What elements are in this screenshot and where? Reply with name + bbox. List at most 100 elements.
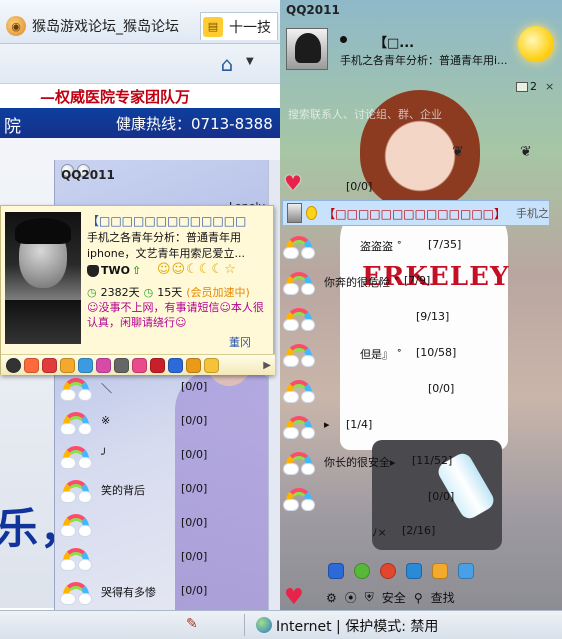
group-row[interactable]: [0/0] xyxy=(280,374,562,410)
group-header[interactable]: ♥ [0/0] xyxy=(280,173,562,198)
qq-title: QQ2011 xyxy=(61,168,115,182)
headphone-icon[interactable] xyxy=(6,357,21,373)
contact-name: 【□□□□□□□□□□□□□□】 xyxy=(323,206,506,221)
group-name: ╯ xyxy=(101,448,108,461)
days-online: 2382天 xyxy=(100,286,140,299)
app-icon[interactable] xyxy=(114,357,129,373)
chevron-right-icon[interactable]: ▶ xyxy=(263,360,271,371)
group-count: [0/0] xyxy=(181,584,208,597)
sun-icon xyxy=(518,26,554,62)
level-label: TWO xyxy=(101,264,130,277)
level-suns-icon: ☺☺☾☾☾☆ xyxy=(157,262,237,277)
group-row[interactable]: 但是』 ˚ [10/58] xyxy=(280,338,562,374)
rss-icon[interactable]: ⦿ xyxy=(345,589,357,606)
group-name: ﾉ× xyxy=(372,526,387,539)
qq-penguin-icon[interactable] xyxy=(328,563,344,579)
level-info: TWO ⇧ xyxy=(87,264,141,277)
group-name: 盗盗盗 ˚ xyxy=(360,240,402,253)
tab-label: 猴岛游戏论坛_猴岛论坛 xyxy=(32,19,179,35)
selected-contact[interactable]: 【□□□□□□□□□□□□□□】 手机之 xyxy=(282,200,550,226)
group-row[interactable]: 哭得有多惨 [0/0] xyxy=(55,576,280,610)
group-count: [0/0] xyxy=(181,380,208,393)
group-row[interactable]: 盗盗盗 ˚ [7/35] xyxy=(280,230,562,266)
app-icon[interactable] xyxy=(204,357,219,373)
mail-icon[interactable] xyxy=(458,563,474,579)
app-icon[interactable] xyxy=(24,357,39,373)
group-count: [11/52] xyxy=(412,454,453,467)
search-input[interactable]: 搜索联系人、讨论组、群、企业 xyxy=(288,106,442,122)
up-arrow-icon: ⇧ xyxy=(132,264,142,277)
card-nickname[interactable]: 【□□□□□□□□□□□□□ xyxy=(87,212,271,229)
app-icon[interactable] xyxy=(168,357,183,373)
group-row[interactable]: ※ [0/0] xyxy=(55,406,280,440)
home-icon[interactable]: ⌂ xyxy=(214,52,240,76)
group-row[interactable]: [0/0] xyxy=(55,508,280,542)
rainbow-icon xyxy=(61,376,91,404)
globe-icon xyxy=(256,617,272,633)
user-signature[interactable]: 手机之各青年分析：普通青年用i... xyxy=(340,52,540,68)
avatar[interactable] xyxy=(286,28,328,70)
card-signature: 手机之各青年分析：普通青年用iphone，文艺青年用索尼爱立... xyxy=(87,231,245,260)
app-icon[interactable] xyxy=(96,357,111,373)
app-icon[interactable] xyxy=(132,357,147,373)
group-row[interactable]: ＼ [0/0] xyxy=(55,372,280,406)
app-icon[interactable] xyxy=(78,357,93,373)
app-icon[interactable] xyxy=(186,357,201,373)
profile-card: 【□□□□□□□□□□□□□ 手机之各青年分析：普通青年用iphone，文艺青年… xyxy=(0,205,275,375)
app-icon[interactable] xyxy=(60,357,75,373)
rainbow-icon xyxy=(61,444,91,472)
banner-text: —权威医院专家团队万 xyxy=(40,88,191,106)
site-banner: —权威医院专家团队万 xyxy=(0,84,280,108)
message-count[interactable]: 2 × xyxy=(516,80,554,93)
group-row[interactable]: ﾉ× [2/16] xyxy=(280,516,562,552)
tab-forum[interactable]: ◉ 猴岛游戏论坛_猴岛论坛 xyxy=(6,12,198,40)
pai-icon[interactable] xyxy=(432,563,448,579)
clock-icon: ◷ xyxy=(87,285,97,299)
zone-status: Internet | 保护模式: 禁用 xyxy=(276,619,439,635)
rainbow-icon xyxy=(61,410,91,438)
group-count: [0/0] xyxy=(181,550,208,563)
heart-icon: ♥ xyxy=(284,171,302,195)
security-shield-icon[interactable]: ⛨ xyxy=(365,590,374,605)
app-icon[interactable] xyxy=(42,357,57,373)
mail-icon xyxy=(516,81,528,92)
chevron-down-icon[interactable]: ▼ xyxy=(246,56,254,67)
user-nickname[interactable]: 【□... xyxy=(374,32,414,51)
group-row[interactable]: [0/0] xyxy=(280,482,562,518)
security-button[interactable]: 安全 xyxy=(382,589,406,606)
site-left-text: 院 xyxy=(4,117,21,137)
group-count: [7/9] xyxy=(404,274,431,287)
heart-icon[interactable]: ♥ xyxy=(284,585,304,610)
group-count: [9/13] xyxy=(416,310,450,323)
gear-icon[interactable]: ⚙ xyxy=(326,591,337,605)
close-icon[interactable]: × xyxy=(545,80,554,93)
app-icon[interactable] xyxy=(150,357,165,373)
group-row[interactable]: ╯ [0/0] xyxy=(55,440,280,474)
group-count: [0/0] xyxy=(346,180,373,193)
group-row[interactable]: 你长的很安全▸ [11/52] xyxy=(280,446,562,482)
group-count: [0/0] xyxy=(181,448,208,461)
tab-second[interactable]: ▤ 十一技 xyxy=(200,12,278,40)
group-row[interactable]: [0/0] xyxy=(55,542,280,576)
user-icon xyxy=(87,264,99,277)
rainbow-icon xyxy=(61,546,91,574)
game-icon[interactable] xyxy=(354,563,370,579)
group-row[interactable]: 笑的背后 [0/0] xyxy=(55,474,280,508)
group-row[interactable]: [9/13] xyxy=(280,302,562,338)
search-button[interactable]: 查找 xyxy=(431,589,455,606)
shield-icon[interactable] xyxy=(406,563,422,579)
site-header: 院 健康热线：0713-8388 xyxy=(0,108,280,138)
rainbow-icon xyxy=(284,450,314,478)
divider xyxy=(244,614,245,636)
group-row[interactable]: 你奔的很危险 ˚ [7/9] xyxy=(280,266,562,302)
note-icon: ▤ xyxy=(203,16,223,37)
search-icon[interactable]: ⚲ xyxy=(414,591,423,605)
pencil-icon[interactable]: ✎ xyxy=(186,616,198,632)
rainbow-icon xyxy=(284,270,314,298)
bottom-actions: ⚙ ⦿ ⛨ 安全 ⚲ 查找 xyxy=(326,589,455,606)
rainbow-icon xyxy=(284,234,314,262)
status-dot-icon[interactable] xyxy=(340,36,347,43)
browser-icon[interactable] xyxy=(380,563,396,579)
group-row[interactable]: ▸ [1/4] xyxy=(280,410,562,446)
group-name: 你奔的很危险 ˚ xyxy=(324,276,399,289)
